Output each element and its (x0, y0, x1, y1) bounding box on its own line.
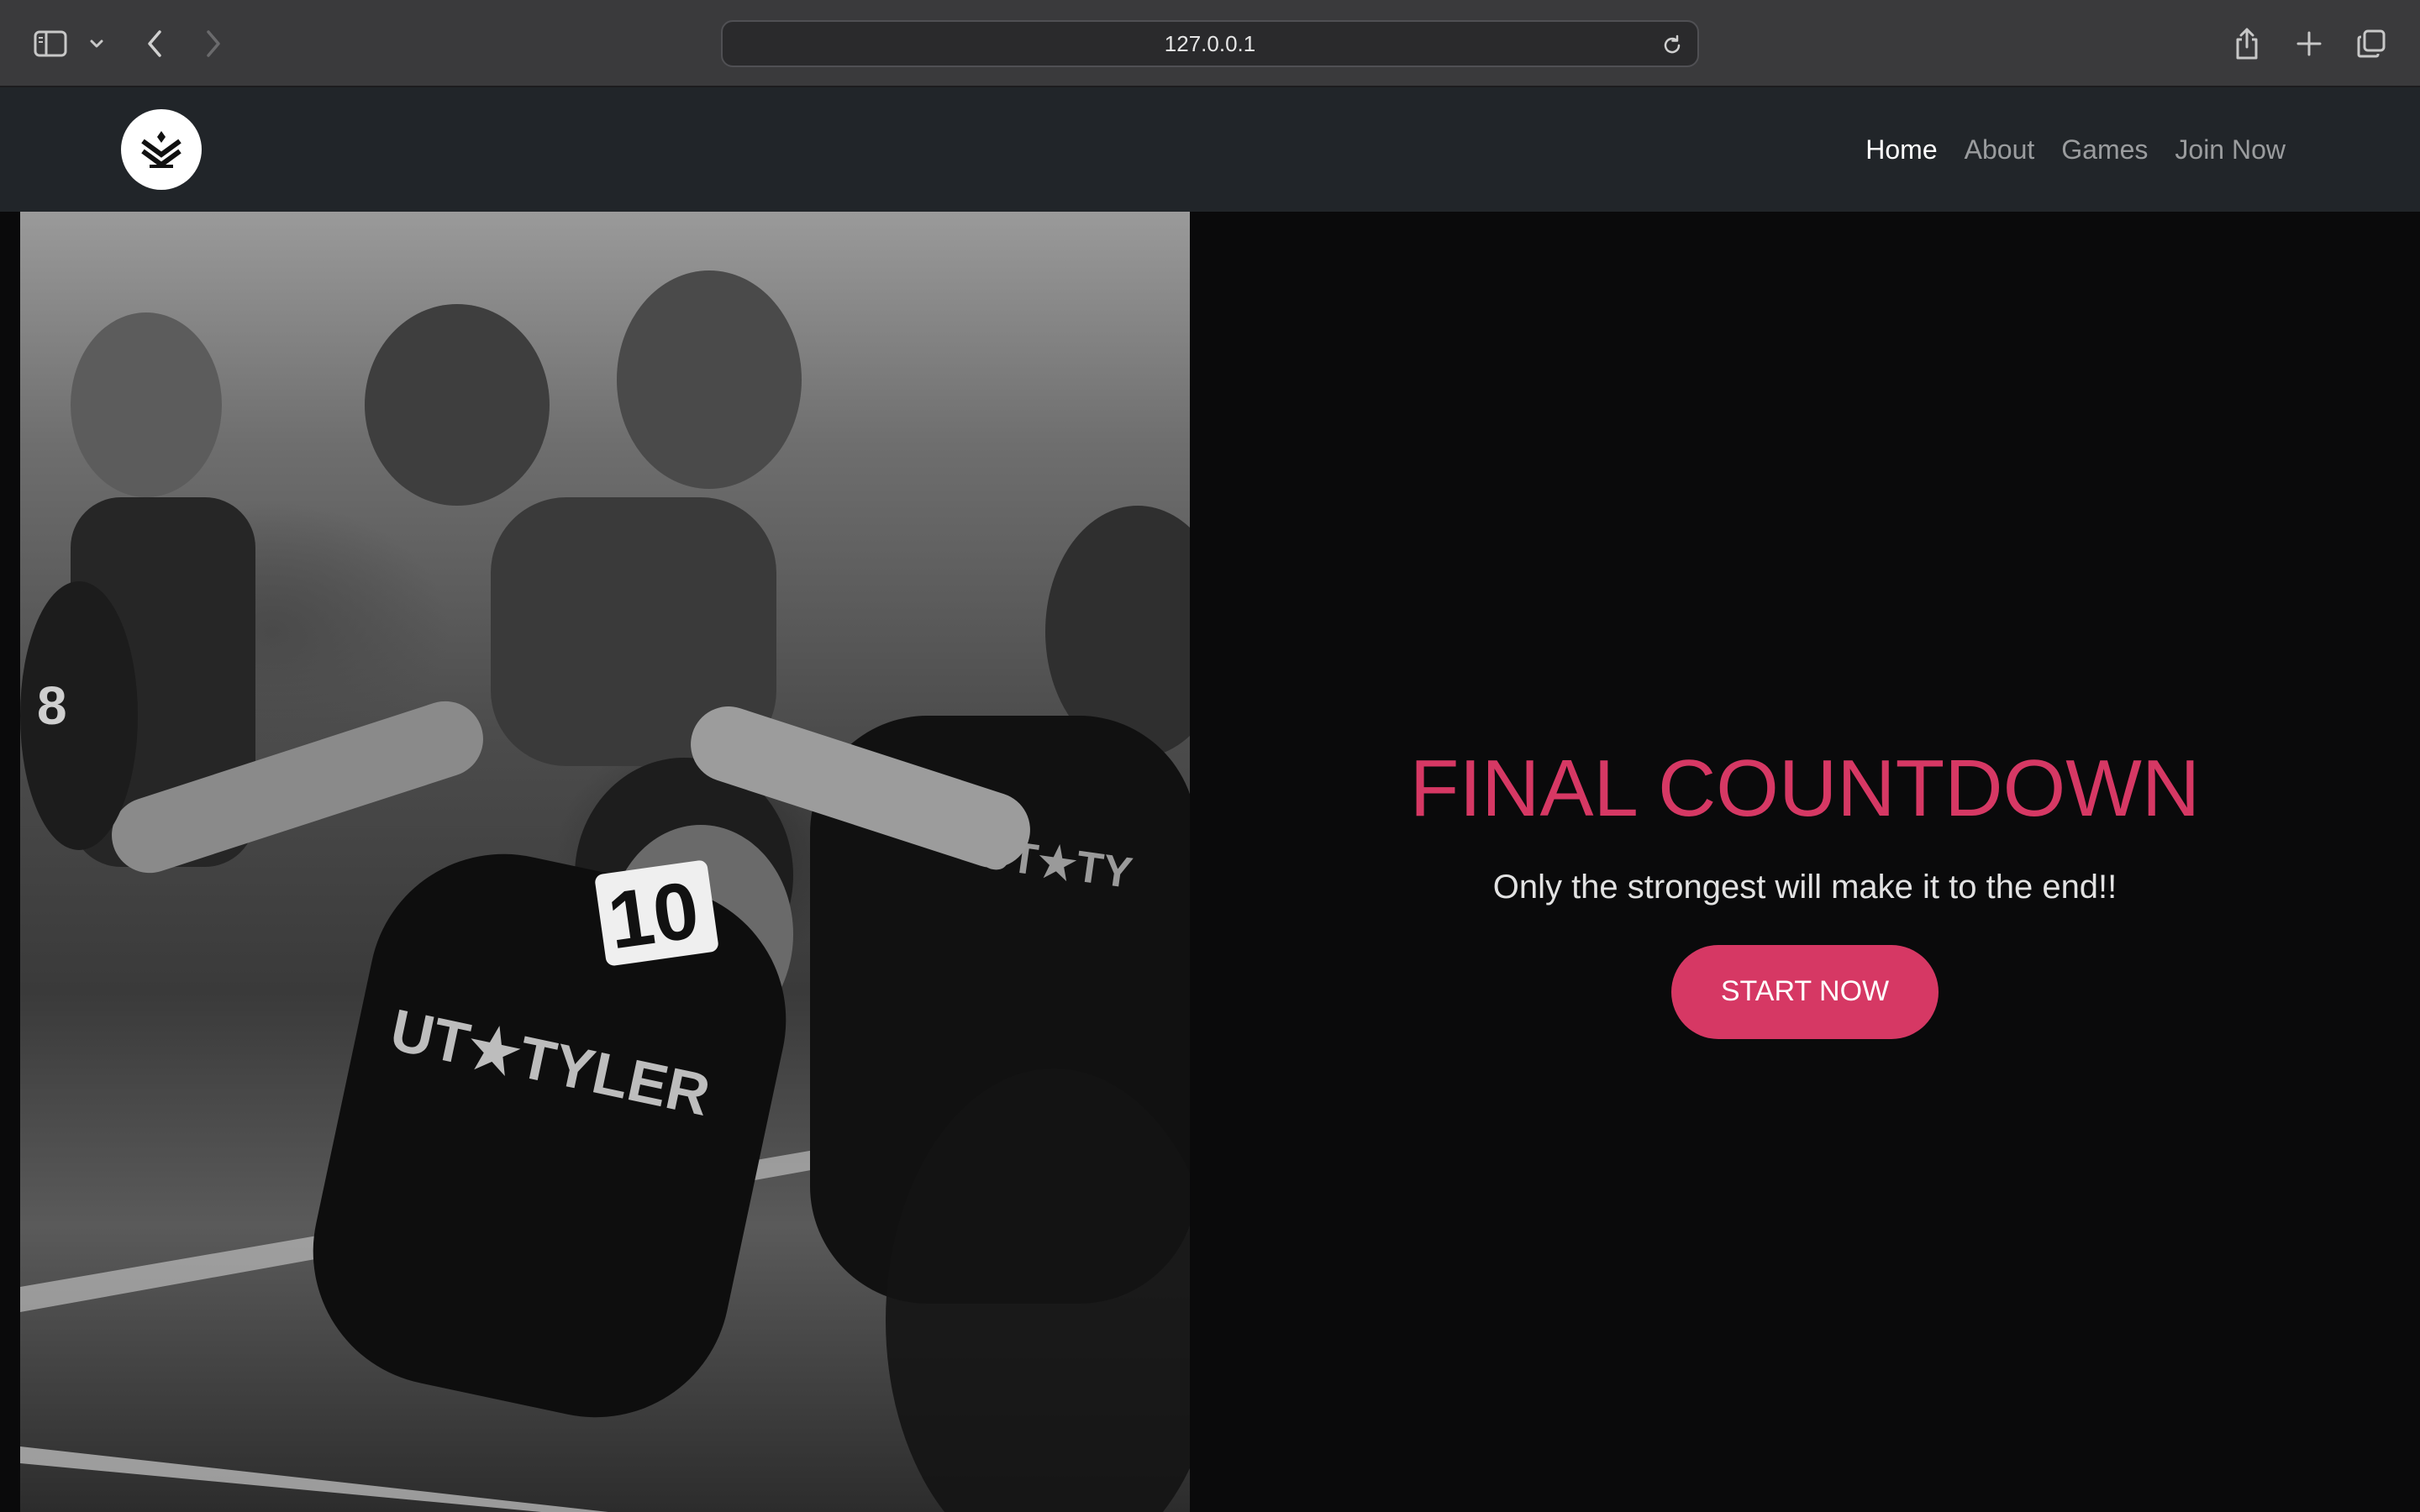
hero-subtitle: Only the strongest will make it to the e… (1492, 868, 2118, 906)
url-bar[interactable]: 127.0.0.1 (721, 20, 1699, 67)
nav-link-home[interactable]: Home (1865, 128, 1937, 172)
hero-image: UT★TY 10 UT★TYLER 8 (20, 212, 1190, 1512)
chevron-badge-icon (141, 131, 182, 168)
svg-text:10: 10 (602, 865, 704, 967)
browser-toolbar: 127.0.0.1 (0, 0, 2420, 87)
nav-link-about[interactable]: About (1965, 128, 2035, 172)
nav-links: Home About Games Join Now (1865, 87, 2286, 212)
logo[interactable] (121, 109, 202, 190)
svg-text:8: 8 (37, 675, 67, 736)
start-now-button[interactable]: START NOW (1671, 944, 1939, 1039)
reload-icon[interactable] (1655, 29, 1689, 62)
back-icon[interactable] (129, 18, 180, 69)
hero-content: FINAL COUNTDOWN Only the strongest will … (1190, 212, 2420, 1512)
url-text: 127.0.0.1 (1164, 30, 1256, 56)
share-icon[interactable] (2222, 18, 2272, 69)
hero-section: UT★TY 10 UT★TYLER 8 FINAL COUNTDOWN Only… (0, 212, 2420, 1512)
nav-link-join-now[interactable]: Join Now (2175, 128, 2286, 172)
site-navbar: Home About Games Join Now (0, 87, 2420, 212)
forward-icon[interactable] (188, 18, 239, 69)
new-tab-icon[interactable] (2284, 18, 2334, 69)
chevron-down-icon[interactable] (76, 18, 118, 69)
hero-title: FINAL COUNTDOWN (1409, 743, 2201, 833)
nav-link-games[interactable]: Games (2061, 128, 2148, 172)
sidebar-icon[interactable] (25, 18, 76, 69)
tabs-overview-icon[interactable] (2346, 18, 2396, 69)
